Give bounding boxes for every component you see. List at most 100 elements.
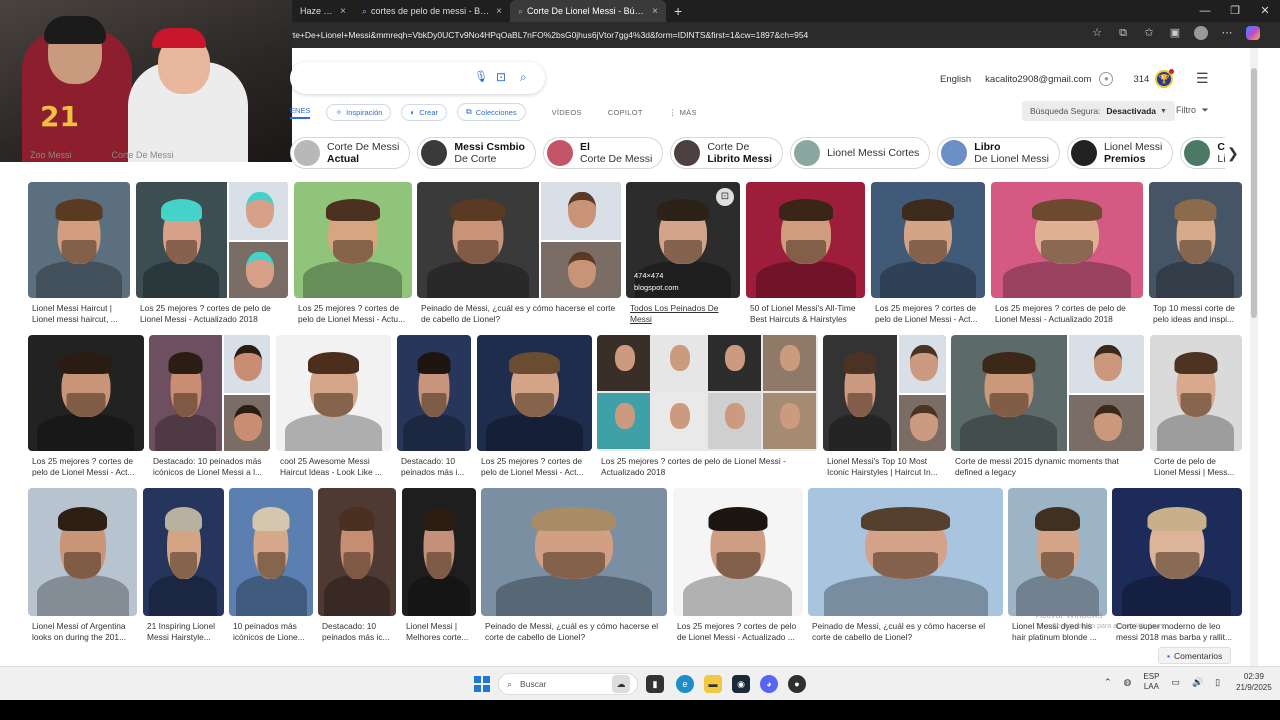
image-result[interactable]: Peinado de Messi, ¿cuál es y cómo hacers… [808, 488, 1003, 643]
result-thumbnail[interactable] [951, 335, 1144, 451]
result-caption[interactable]: Corte de pelo de Lionel Messi | Mess... [1150, 456, 1242, 478]
result-caption[interactable]: Los 25 mejores ? cortes de pelo de Lione… [477, 456, 592, 478]
related-chip[interactable]: Libro De Lionel Messi [937, 137, 1060, 169]
result-caption[interactable]: 10 peinados más icónicos de Lione... [229, 621, 313, 643]
result-thumbnail[interactable]: 474×474 blogspot.com ⊡ [626, 182, 740, 298]
result-caption[interactable]: Peinado de Messi, ¿cuál es y cómo hacers… [808, 621, 1003, 643]
result-caption[interactable]: Destacado: 10 peinados más ic... [318, 621, 396, 643]
rewards-points[interactable]: 314 [1133, 74, 1149, 85]
image-result[interactable]: Los 25 mejores ? cortes de pelo de Lione… [871, 182, 985, 325]
search-icon[interactable]: ⌕ [520, 70, 527, 85]
result-thumbnail[interactable] [28, 335, 144, 451]
result-caption[interactable]: Los 25 mejores ? cortes de pelo de Lione… [871, 303, 985, 325]
result-thumbnail[interactable] [823, 335, 946, 451]
result-thumbnail[interactable] [402, 488, 476, 616]
related-chip[interactable]: Messi Csmbio De Corte [417, 137, 536, 169]
result-thumbnail[interactable] [477, 335, 592, 451]
result-thumbnail[interactable] [1150, 335, 1242, 451]
result-thumbnail[interactable] [673, 488, 803, 616]
more-options-icon[interactable]: ⋯ [1220, 26, 1234, 40]
image-result[interactable]: Los 25 mejores ? cortes de pelo de Lione… [673, 488, 803, 643]
image-result[interactable]: Los 25 mejores ? cortes de pelo de Lione… [294, 182, 412, 325]
result-thumbnail[interactable] [143, 488, 224, 616]
collections-pill[interactable]: ⧉ Colecciones [457, 103, 526, 121]
comments-button[interactable]: ▪ Comentarios [1158, 647, 1232, 664]
image-result[interactable]: Lionel Messi of Argentina looks on durin… [28, 488, 137, 643]
result-caption[interactable]: Peinado de Messi, ¿cuál es y cómo hacers… [481, 621, 667, 643]
edge-browser-icon[interactable]: e [676, 675, 694, 693]
image-result[interactable]: Peinado de Messi, ¿cuál es y cómo hacers… [417, 182, 621, 325]
tab-images[interactable]: ENES [290, 106, 311, 119]
language-link[interactable]: English [940, 74, 971, 85]
extensions-icon[interactable]: ⧉ [1116, 26, 1130, 40]
url-field[interactable]: rte+De+Lionel+Messi&mmreqh=VbkDy0UCTv9No… [290, 30, 1100, 40]
task-view-icon[interactable]: ▮ [646, 675, 664, 693]
result-thumbnail[interactable] [136, 182, 288, 298]
related-chip[interactable]: Lionel Messi Cortes [790, 137, 931, 169]
network-icon[interactable]: ▭ [1171, 677, 1180, 688]
image-source[interactable]: blogspot.com [634, 282, 679, 294]
image-result[interactable]: Los 25 mejores ? cortes de pelo de Lione… [991, 182, 1143, 325]
image-result[interactable]: 474×474 blogspot.com ⊡ Todos Los Peinados D… [626, 182, 740, 325]
result-caption[interactable]: cool 25 Awesome Messi Haircut Ideas - Lo… [276, 456, 391, 478]
image-result[interactable]: cool 25 Awesome Messi Haircut Ideas - Lo… [276, 335, 391, 478]
rewards-medal-icon[interactable]: 🏆 [1155, 69, 1175, 88]
visual-search-icon[interactable]: ⊡ [716, 188, 734, 206]
tab-cortes-de-pelo[interactable]: ⌕ cortes de pelo de messi - Búsqued × [354, 0, 510, 22]
hamburger-menu-icon[interactable]: ☰ [1196, 70, 1209, 87]
microphone-icon[interactable]: 🎙 [474, 70, 488, 83]
close-icon[interactable]: × [496, 6, 502, 17]
tab-copilot[interactable]: COPILOT [608, 108, 643, 117]
image-result[interactable]: Los 25 mejores ? cortes de pelo de Lione… [477, 335, 592, 478]
favorites-icon[interactable]: ✩ [1142, 26, 1156, 40]
result-thumbnail[interactable] [28, 488, 137, 616]
collections-icon[interactable]: ▣ [1168, 26, 1182, 40]
tab-more[interactable]: ⋮ MÁS [669, 108, 697, 117]
safe-search-dropdown[interactable]: Búsqueda Segura: Desactivada ▼ [1022, 101, 1175, 121]
result-thumbnail[interactable] [397, 335, 471, 451]
copilot-icon[interactable] [1246, 26, 1260, 40]
result-thumbnail[interactable] [746, 182, 865, 298]
inspiration-pill[interactable]: ✧ Inspiración [326, 103, 392, 121]
scrollbar-thumb[interactable] [1251, 68, 1257, 318]
result-thumbnail[interactable] [229, 488, 313, 616]
filter-button[interactable]: Filtro ⏷ [1176, 105, 1209, 116]
image-result[interactable]: Destacado: 10 peinados más i... [397, 335, 471, 478]
steam-icon[interactable]: ◉ [732, 675, 750, 693]
obs-icon[interactable]: ● [788, 675, 806, 693]
discord-icon[interactable]: ◕ [760, 675, 778, 693]
result-caption[interactable]: Los 25 mejores ? cortes de pelo de Lione… [991, 303, 1143, 325]
related-chip[interactable]: Corte CabelloLionel Messi [1180, 137, 1225, 169]
result-caption[interactable]: Destacado: 10 peinados más i... [397, 456, 471, 478]
related-chip[interactable]: Lionel Messi Premios [1067, 137, 1174, 169]
favorite-star-icon[interactable]: ☆ [1090, 26, 1104, 40]
image-result[interactable]: Lionel Messi Haircut | Lionel messi hair… [28, 182, 130, 325]
image-result[interactable]: 10 peinados más icónicos de Lione... [229, 488, 313, 643]
close-icon[interactable]: × [652, 6, 658, 17]
result-caption[interactable]: 21 Inspiring Lionel Messi Hairstyle... [143, 621, 224, 643]
minimize-button[interactable]: — [1190, 0, 1220, 22]
result-caption[interactable]: Los 25 mejores ? cortes de pelo de Lione… [597, 456, 818, 478]
result-thumbnail[interactable] [808, 488, 1003, 616]
input-language[interactable]: ESP LAA [1143, 672, 1159, 692]
related-chip[interactable]: El Corte De Messi [542, 137, 664, 169]
result-thumbnail[interactable] [1008, 488, 1107, 616]
profile-avatar-icon[interactable] [1194, 26, 1208, 40]
result-thumbnail[interactable] [1112, 488, 1242, 616]
image-result[interactable]: 50 of Lionel Messi's All-Time Best Hairc… [746, 182, 865, 325]
result-thumbnail[interactable] [991, 182, 1143, 298]
image-result[interactable]: Corte de pelo de Lionel Messi | Mess... [1150, 335, 1242, 478]
image-result[interactable]: Peinado de Messi, ¿cuál es y cómo hacers… [481, 488, 667, 643]
related-chip[interactable]: Corte De Messi Actual [290, 137, 411, 169]
result-thumbnail[interactable] [871, 182, 985, 298]
image-result[interactable]: Los 25 mejores ? cortes de pelo de Lione… [597, 335, 818, 478]
result-caption[interactable]: Los 25 mejores ? cortes de pelo de Lione… [28, 456, 144, 478]
weather-widget-icon[interactable]: ☁ [612, 675, 630, 693]
result-caption[interactable]: Todos Los Peinados De Messi [626, 303, 740, 325]
result-caption[interactable]: Destacado: 10 peinados más icónicos de L… [149, 456, 270, 478]
tab-haze[interactable]: Haze - Amar × [292, 0, 354, 22]
result-thumbnail[interactable] [318, 488, 396, 616]
result-caption[interactable]: Lionel Messi Haircut | Lionel messi hair… [28, 303, 130, 325]
battery-icon[interactable]: ▯ [1215, 677, 1220, 688]
chevron-up-icon[interactable]: ⌃ [1104, 677, 1112, 688]
